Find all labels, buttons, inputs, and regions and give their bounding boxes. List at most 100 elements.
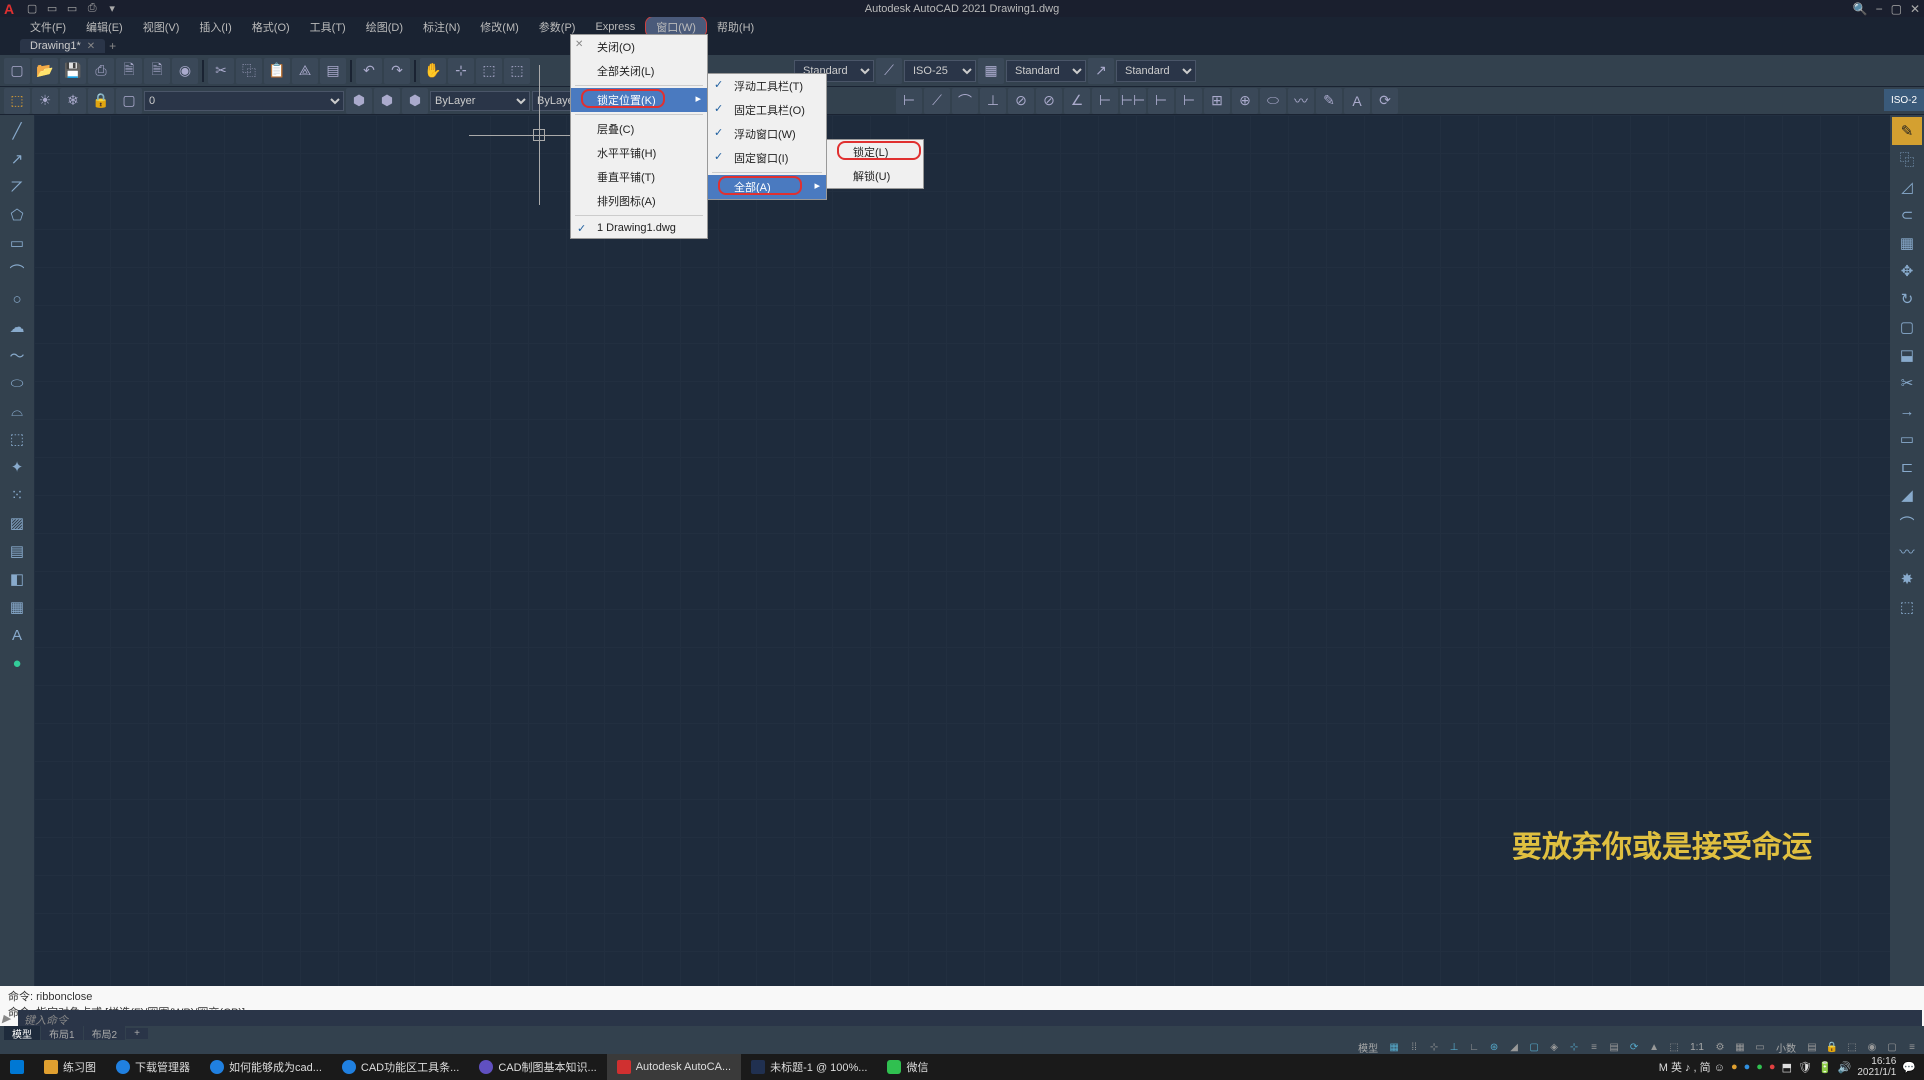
menu-edit[interactable]: 编辑(E): [76, 17, 133, 37]
break-icon[interactable]: ▭: [1892, 425, 1922, 453]
offset-icon[interactable]: ⊂: [1892, 201, 1922, 229]
menu-file[interactable]: 文件(F): [20, 17, 76, 37]
hatch-icon[interactable]: ▨: [2, 509, 32, 537]
menu-express[interactable]: Express: [585, 19, 645, 35]
fillet-icon[interactable]: ⌒: [1892, 509, 1922, 537]
dim-dia-icon[interactable]: ⊘: [1036, 88, 1062, 114]
mleaderstyle-select[interactable]: Standard: [1116, 60, 1196, 82]
table-icon[interactable]: ▦: [2, 593, 32, 621]
drawing-tab[interactable]: Drawing1* ✕: [20, 39, 105, 53]
erase-icon[interactable]: ✎: [1892, 117, 1922, 145]
rotate-icon[interactable]: ↻: [1892, 285, 1922, 313]
menu-dimension[interactable]: 标注(N): [413, 17, 470, 37]
array-icon[interactable]: ▦: [1892, 229, 1922, 257]
taskbar-item[interactable]: CAD制图基本知识...: [469, 1054, 606, 1080]
tolerance-icon[interactable]: ⊞: [1204, 88, 1230, 114]
command-line[interactable]: 命令: ribbonclose 命令: 指定对角点或 [栏选(F)/圈围(WP)…: [0, 986, 1924, 1026]
insert-block-icon[interactable]: ⬚: [2, 425, 32, 453]
taskbar-item[interactable]: Autodesk AutoCA...: [607, 1054, 741, 1080]
sb-clean-icon[interactable]: ▢: [1884, 1040, 1900, 1054]
tab-model[interactable]: 模型: [4, 1026, 40, 1041]
new-button[interactable]: ▢: [4, 58, 30, 84]
line-icon[interactable]: ╱: [2, 117, 32, 145]
chamfer-icon[interactable]: ◢: [1892, 481, 1922, 509]
tray-battery-icon[interactable]: 🔋: [1818, 1061, 1832, 1074]
sb-ortho-icon[interactable]: ∟: [1466, 1040, 1482, 1054]
sb-trans-icon[interactable]: ▤: [1606, 1040, 1622, 1054]
dimedit-icon[interactable]: ✎: [1316, 88, 1342, 114]
region-icon[interactable]: ◧: [2, 565, 32, 593]
menu-modify[interactable]: 修改(M): [470, 17, 529, 37]
sb-grid-icon[interactable]: ▦: [1386, 1040, 1402, 1054]
mleader-icon[interactable]: ↗: [1088, 58, 1114, 84]
dim-ang-icon[interactable]: ∠: [1064, 88, 1090, 114]
sb-otrack-icon[interactable]: ⊹: [1566, 1040, 1582, 1054]
layer-color-icon[interactable]: ▢: [116, 88, 142, 114]
dim-aligned-icon[interactable]: ⟋: [924, 88, 950, 114]
menu-float-window[interactable]: ✓浮动窗口(W): [708, 122, 826, 146]
notification-icon[interactable]: 💬: [1902, 1061, 1916, 1074]
inspect-icon[interactable]: ⬭: [1260, 88, 1286, 114]
polygon-icon[interactable]: ⬠: [2, 201, 32, 229]
sb-polar-icon[interactable]: ⊛: [1486, 1040, 1502, 1054]
sb-ws-icon[interactable]: ⚙: [1712, 1040, 1728, 1054]
tray-sound-icon[interactable]: 🔊: [1838, 1061, 1852, 1074]
menu-cascade[interactable]: 层叠(C): [571, 117, 707, 141]
iso-indicator[interactable]: ISO-2: [1884, 89, 1924, 111]
publish-button[interactable]: 🗎: [144, 58, 170, 84]
taskbar-item[interactable]: 练习图: [34, 1054, 106, 1080]
sb-amon-icon[interactable]: ▦: [1732, 1040, 1748, 1054]
dim-base-icon[interactable]: ⊢: [1092, 88, 1118, 114]
join-icon[interactable]: ⊏: [1892, 453, 1922, 481]
rectangle-icon[interactable]: ▭: [2, 229, 32, 257]
save-button[interactable]: 💾: [60, 58, 86, 84]
sb-osnap-icon[interactable]: ▢: [1526, 1040, 1542, 1054]
scale-icon[interactable]: ▢: [1892, 313, 1922, 341]
tab-close-icon[interactable]: ✕: [87, 41, 95, 52]
layer-walk-icon[interactable]: ⬢: [402, 88, 428, 114]
qat-open-icon[interactable]: ▭: [43, 2, 61, 16]
ime-indicator[interactable]: M 英 ♪ , 简 ☺: [1659, 1059, 1725, 1075]
3d-button[interactable]: ◉: [172, 58, 198, 84]
sb-3dosnap-icon[interactable]: ◈: [1546, 1040, 1562, 1054]
sb-snap-icon[interactable]: ⁞⁞: [1406, 1040, 1422, 1054]
layer-states-icon[interactable]: ☀: [32, 88, 58, 114]
block-button[interactable]: ▤: [320, 58, 346, 84]
taskbar-item[interactable]: 如何能够成为cad...: [200, 1054, 332, 1080]
dim-space-icon[interactable]: ⊢: [1148, 88, 1174, 114]
point-icon[interactable]: ⁙: [2, 481, 32, 509]
zoom-win-button[interactable]: ⬚: [476, 58, 502, 84]
sb-hw-icon[interactable]: ◉: [1864, 1040, 1880, 1054]
textA-icon[interactable]: A: [1344, 88, 1370, 114]
tray-icon[interactable]: ●: [1769, 1061, 1776, 1073]
mtext-icon[interactable]: A: [2, 621, 32, 649]
sb-anno-icon[interactable]: ▲: [1646, 1040, 1662, 1054]
mirror-icon[interactable]: ◿: [1892, 173, 1922, 201]
zoom-prev-button[interactable]: ⬚: [504, 58, 530, 84]
sb-custom-icon[interactable]: ≡: [1904, 1040, 1920, 1054]
menu-close-all[interactable]: 全部关闭(L): [571, 59, 707, 83]
stretch-icon[interactable]: ⬓: [1892, 341, 1922, 369]
layer-lock-icon[interactable]: 🔒: [88, 88, 114, 114]
jog-icon[interactable]: 〰: [1288, 88, 1314, 114]
taskbar-clock[interactable]: 16:16 2021/1/1: [1857, 1056, 1896, 1078]
match-button[interactable]: ⟁: [292, 58, 318, 84]
sb-ascale-icon[interactable]: ⬚: [1666, 1040, 1682, 1054]
layer-props-icon[interactable]: ⬚: [4, 88, 30, 114]
open-button[interactable]: 📂: [32, 58, 58, 84]
sb-qp-icon[interactable]: ▤: [1804, 1040, 1820, 1054]
tray-icon[interactable]: ⬒: [1782, 1061, 1792, 1074]
taskbar-item[interactable]: 下载管理器: [106, 1054, 200, 1080]
sb-decimals[interactable]: 小数: [1772, 1040, 1800, 1055]
command-input[interactable]: 键入命令: [18, 1010, 1922, 1026]
zoom-ext-button[interactable]: ⊹: [448, 58, 474, 84]
sb-iso-icon[interactable]: ◢: [1506, 1040, 1522, 1054]
taskbar-item[interactable]: 微信: [877, 1054, 938, 1080]
layer-iso-icon[interactable]: ❄: [60, 88, 86, 114]
sb-units-icon[interactable]: ▭: [1752, 1040, 1768, 1054]
layer-match-icon[interactable]: ⬢: [346, 88, 372, 114]
layer-select[interactable]: 0: [144, 91, 344, 111]
taskbar-item[interactable]: CAD功能区工具条...: [332, 1054, 469, 1080]
tab-layout2[interactable]: 布局2: [84, 1026, 126, 1041]
center-mark-icon[interactable]: ⊕: [1232, 88, 1258, 114]
